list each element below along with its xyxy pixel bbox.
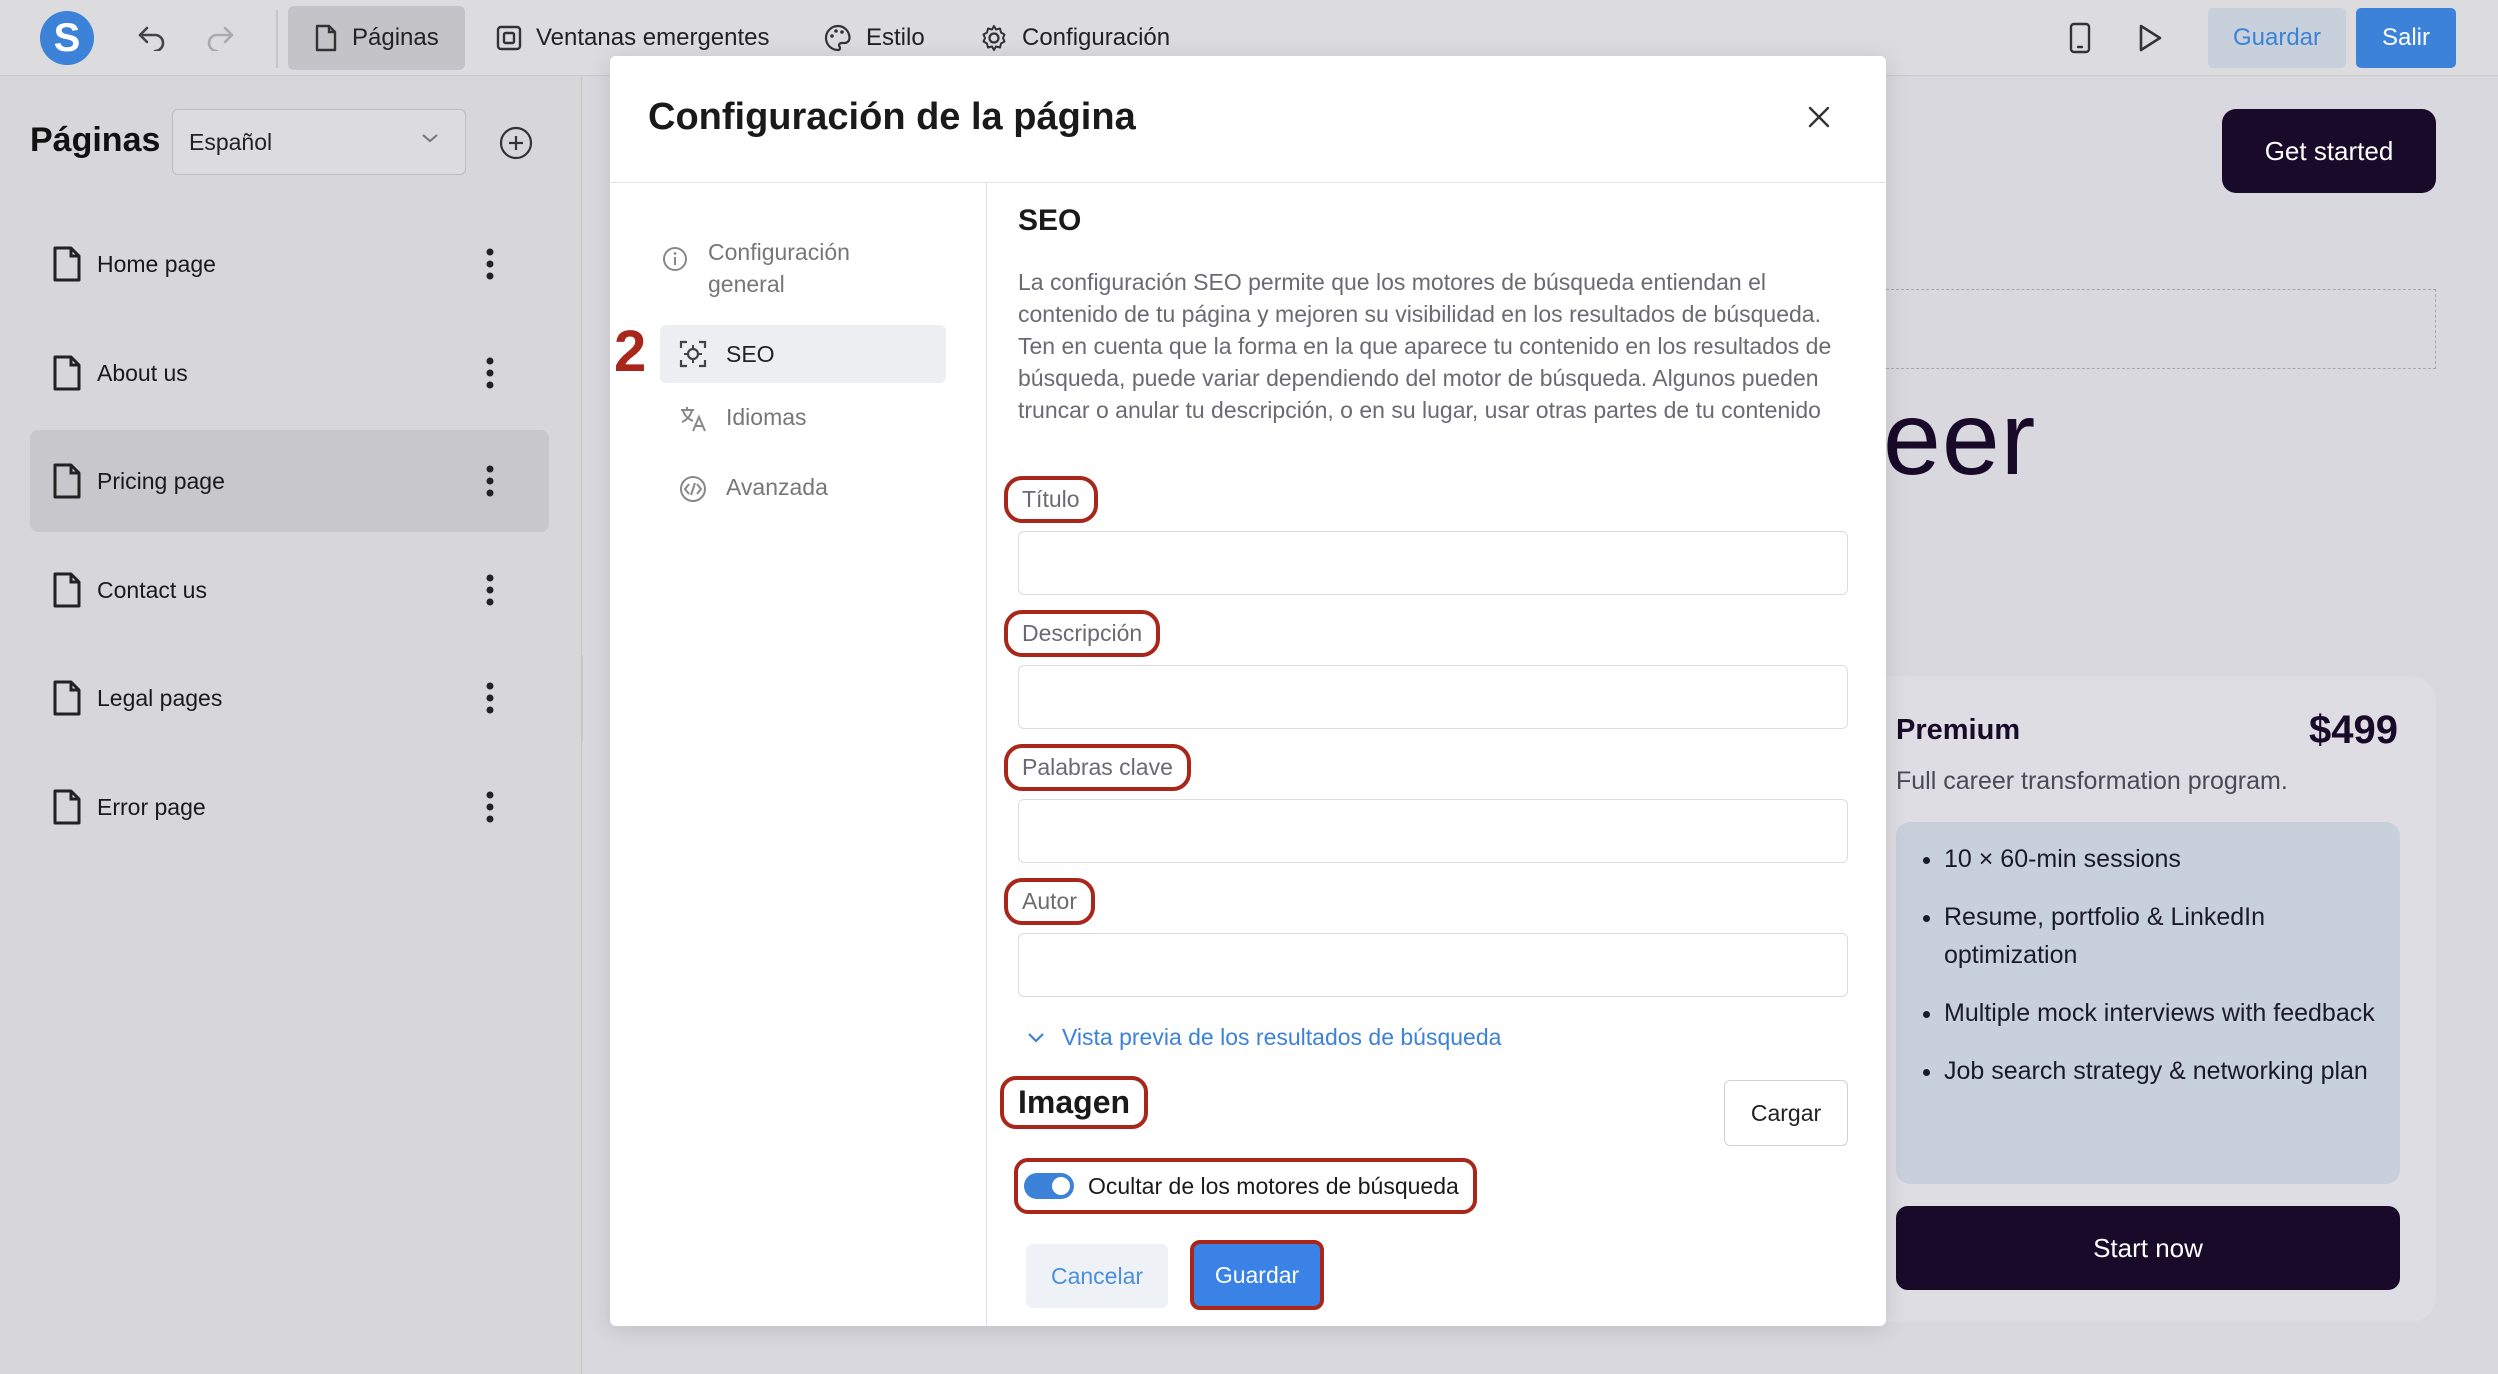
sidebar-item-error-page[interactable]: Error page — [30, 756, 549, 858]
plan-features: 10 × 60-min sessions Resume, portfolio &… — [1896, 822, 2400, 1184]
plan-price: $499 — [2309, 708, 2398, 752]
save-button[interactable]: Guardar — [1190, 1240, 1324, 1310]
undo-icon[interactable] — [132, 18, 172, 58]
settings-nav-label: SEO — [726, 340, 775, 367]
save-button-top[interactable]: Guardar — [2208, 8, 2346, 68]
more-options-icon[interactable] — [484, 572, 496, 608]
page-icon — [53, 355, 81, 391]
description-field[interactable] — [1018, 665, 1848, 729]
close-icon[interactable] — [1806, 104, 1832, 135]
plan-name: Premium — [1896, 714, 2021, 746]
seo-section-title: SEO — [1018, 204, 1082, 237]
more-options-icon[interactable] — [484, 680, 496, 716]
redo-icon[interactable] — [200, 18, 240, 58]
get-started-button[interactable]: Get started — [2222, 109, 2436, 193]
title-field-label: Título — [1004, 476, 1098, 523]
image-section-title: Imagen — [1000, 1076, 1149, 1129]
keywords-field-label: Palabras clave — [1004, 744, 1191, 791]
palette-icon — [824, 24, 851, 52]
language-select-value: Español — [189, 128, 273, 155]
more-options-icon[interactable] — [484, 789, 496, 825]
settings-nav-avanzada[interactable]: Avanzada — [660, 474, 946, 504]
page-icon — [53, 463, 81, 499]
tab-paginas[interactable]: Páginas — [288, 6, 465, 70]
plan-description: Full career transformation program. — [1896, 767, 2288, 795]
hide-from-search-engines-toggle[interactable]: Ocultar de los motores de búsqueda — [1014, 1158, 1477, 1214]
chevron-down-icon — [422, 134, 438, 143]
seo-description-text: La configuración SEO permite que los mot… — [1018, 269, 1832, 423]
app-logo: S — [40, 11, 94, 65]
page-icon — [315, 24, 337, 52]
sidebar-title: Páginas — [30, 121, 161, 159]
keywords-field[interactable] — [1018, 799, 1848, 863]
sidebar-item-contact-us[interactable]: Contact us — [30, 539, 549, 641]
info-icon — [663, 247, 687, 271]
author-field[interactable] — [1018, 933, 1848, 997]
page-icon — [53, 789, 81, 825]
sidebar-item-label: Error page — [97, 793, 206, 820]
sidebar-item-label: Contact us — [97, 576, 207, 603]
modal-title: Configuración de la página — [648, 96, 1136, 138]
more-options-icon[interactable] — [484, 246, 496, 282]
page-icon — [53, 680, 81, 716]
search-preview-label: Vista previa de los resultados de búsque… — [1062, 1024, 1502, 1050]
description-field-label: Descripción — [1004, 610, 1161, 657]
settings-nav-label: Idiomas — [726, 404, 807, 430]
list-item: Resume, portfolio & LinkedIn optimizatio… — [1944, 898, 2380, 974]
more-options-icon[interactable] — [484, 355, 496, 391]
placeholder-section — [1886, 289, 2436, 369]
title-field[interactable] — [1018, 531, 1848, 595]
code-icon — [680, 476, 706, 502]
page-icon — [53, 246, 81, 282]
sidebar-item-about-us[interactable]: About us — [30, 322, 549, 424]
list-item: 10 × 60-min sessions — [1944, 840, 2380, 878]
divider — [986, 183, 987, 1326]
search-preview-toggle[interactable]: Vista previa de los resultados de búsque… — [1026, 1024, 1501, 1051]
mobile-preview-icon[interactable] — [2060, 18, 2100, 58]
exit-button[interactable]: Salir — [2356, 8, 2456, 68]
settings-nav-label: Avanzada — [726, 474, 828, 500]
toggle-label: Ocultar de los motores de búsqueda — [1088, 1172, 1459, 1199]
toolbar-divider — [276, 10, 278, 68]
sidebar-item-pricing-page[interactable]: Pricing page — [30, 430, 549, 532]
cancel-button[interactable]: Cancelar — [1026, 1244, 1168, 1308]
gear-icon — [982, 25, 1006, 51]
seo-icon — [679, 340, 707, 368]
settings-nav-general[interactable]: Configuración general — [660, 236, 946, 300]
toggle-switch[interactable] — [1024, 1173, 1074, 1199]
settings-nav-seo[interactable]: SEO — [660, 325, 946, 383]
page-icon — [53, 572, 81, 608]
add-page-icon[interactable] — [498, 125, 534, 166]
list-item: Multiple mock interviews with feedback — [1944, 994, 2380, 1032]
more-options-icon[interactable] — [484, 463, 496, 499]
popup-icon — [496, 25, 522, 51]
start-now-button[interactable]: Start now — [1896, 1206, 2400, 1290]
sidebar-item-label: Pricing page — [97, 467, 225, 494]
sidebar-item-legal-pages[interactable]: Legal pages — [30, 647, 549, 749]
settings-nav-label: Configuración general — [708, 239, 850, 297]
pages-sidebar: Páginas Español Home page About us Prici… — [0, 77, 582, 1374]
translate-icon — [681, 407, 706, 432]
sidebar-item-home-page[interactable]: Home page — [30, 213, 549, 315]
sidebar-item-label: About us — [97, 359, 188, 386]
toggle-knob — [1052, 1177, 1070, 1195]
hero-heading: eer — [1883, 381, 2037, 497]
step-number-annotation: 2 — [614, 319, 647, 384]
settings-nav-idiomas[interactable]: Idiomas — [660, 404, 946, 434]
divider — [610, 182, 1886, 183]
chevron-down-icon — [1028, 1032, 1044, 1043]
sidebar-item-label: Legal pages — [97, 684, 223, 711]
sidebar-item-label: Home page — [97, 250, 216, 277]
list-item: Job search strategy & networking plan — [1944, 1052, 2380, 1090]
author-field-label: Autor — [1004, 878, 1095, 925]
upload-image-button[interactable]: Cargar — [1724, 1080, 1848, 1146]
language-select[interactable]: Español — [172, 109, 466, 175]
play-preview-icon[interactable] — [2130, 18, 2170, 58]
